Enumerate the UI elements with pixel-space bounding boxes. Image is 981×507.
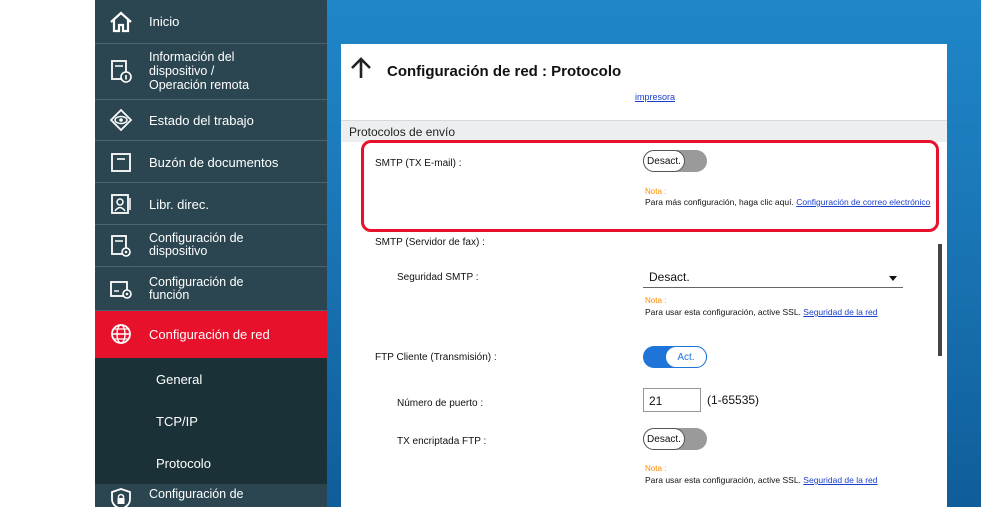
sidebar-item-label: Configuración de dispositivo bbox=[149, 231, 244, 258]
section-header: Protocolos de envío bbox=[341, 120, 947, 142]
device-info-icon bbox=[109, 59, 133, 83]
function-settings-icon bbox=[109, 277, 133, 301]
network-security-link[interactable]: Seguridad de la red bbox=[803, 307, 877, 317]
port-label: Número de puerto : bbox=[397, 398, 484, 409]
sidebar-item-label: Buzón de documentos bbox=[149, 155, 279, 170]
sidebar-item-libr-direc[interactable]: Libr. direc. bbox=[95, 183, 327, 225]
network-security-link[interactable]: Seguridad de la red bbox=[803, 475, 877, 485]
sidebar-item-config-red[interactable]: Configuración de red bbox=[95, 311, 327, 358]
note-label: Nota : bbox=[645, 296, 667, 305]
scrollbar[interactable] bbox=[938, 244, 942, 356]
ftp-client-toggle[interactable]: Act. bbox=[643, 346, 707, 368]
sidebar-item-device-info[interactable]: Información del dispositivo / Operación … bbox=[95, 44, 327, 100]
sidebar-item-label: Configuración de red bbox=[149, 327, 270, 342]
toggle-knob: Desact. bbox=[643, 428, 685, 450]
ftp-client-label: FTP Cliente (Transmisión) : bbox=[375, 352, 497, 363]
toggle-knob: Act. bbox=[665, 346, 707, 368]
sidebar-item-label: Libr. direc. bbox=[149, 197, 209, 212]
sidebar-subitem-label: TCP/IP bbox=[156, 413, 198, 429]
sidebar-item-buzon[interactable]: Buzón de documentos bbox=[95, 141, 327, 183]
sidebar-item-config-seguridad[interactable]: Configuración de bbox=[95, 481, 327, 507]
ftp-encrypted-label: TX encriptada FTP : bbox=[397, 436, 487, 447]
help-sentence: Para usar esta configuración, active SSL… bbox=[645, 475, 801, 485]
smtp-security-label: Seguridad SMTP : bbox=[397, 272, 479, 283]
page-title: Configuración de red : Protocolo bbox=[387, 63, 622, 80]
sidebar-item-label: Información del dispositivo / Operación … bbox=[149, 50, 250, 92]
sidebar-item-estado[interactable]: Estado del trabajo bbox=[95, 100, 327, 141]
address-book-icon bbox=[109, 192, 133, 216]
help-text: Para usar esta configuración, active SSL… bbox=[645, 475, 935, 485]
folder-icon bbox=[109, 150, 133, 174]
sidebar-subitem-tcpip[interactable]: TCP/IP bbox=[95, 400, 327, 442]
sidebar-item-config-dispositivo[interactable]: Configuración de dispositivo bbox=[95, 225, 327, 267]
arrow-up-icon[interactable] bbox=[349, 56, 373, 80]
sidebar-subitem-general[interactable]: General bbox=[95, 358, 327, 400]
smtp-security-select[interactable]: Desact. bbox=[643, 268, 903, 288]
sidebar-item-inicio[interactable]: Inicio bbox=[95, 0, 327, 44]
smtp-fax-label: SMTP (Servidor de fax) : bbox=[375, 237, 485, 248]
printer-link[interactable]: impresora bbox=[635, 92, 675, 102]
help-text: Para usar esta configuración, active SSL… bbox=[645, 307, 935, 317]
port-input[interactable]: 21 bbox=[643, 388, 701, 412]
sidebar-item-config-funcion[interactable]: Configuración de función bbox=[95, 267, 327, 311]
note-label: Nota : bbox=[645, 464, 667, 473]
device-settings-icon bbox=[109, 234, 133, 258]
security-shield-icon bbox=[109, 487, 133, 507]
sidebar-item-label: Configuración de función bbox=[149, 275, 244, 302]
port-range: (1-65535) bbox=[707, 393, 760, 407]
select-value: Desact. bbox=[649, 270, 690, 284]
panel-header: Configuración de red : Protocolo bbox=[341, 44, 947, 88]
eye-icon bbox=[109, 108, 133, 132]
port-value: 21 bbox=[649, 394, 663, 408]
sidebar-item-label: Inicio bbox=[149, 14, 180, 29]
sidebar: Inicio Información del dispositivo / Ope… bbox=[95, 0, 327, 507]
help-sentence: Para usar esta configuración, active SSL… bbox=[645, 307, 801, 317]
highlight-frame bbox=[361, 140, 939, 232]
chevron-down-icon bbox=[889, 276, 897, 281]
sidebar-item-label: Configuración de bbox=[149, 487, 244, 501]
sidebar-subitem-protocolo[interactable]: Protocolo bbox=[95, 442, 327, 484]
globe-icon bbox=[109, 322, 133, 346]
sidebar-subitem-label: Protocolo bbox=[156, 455, 211, 471]
section-title: Protocolos de envío bbox=[349, 125, 456, 139]
ftp-encrypted-toggle[interactable]: Desact. bbox=[643, 428, 707, 450]
home-icon bbox=[109, 10, 133, 34]
sidebar-item-label: Estado del trabajo bbox=[149, 113, 254, 128]
sidebar-subitem-label: General bbox=[156, 371, 203, 387]
